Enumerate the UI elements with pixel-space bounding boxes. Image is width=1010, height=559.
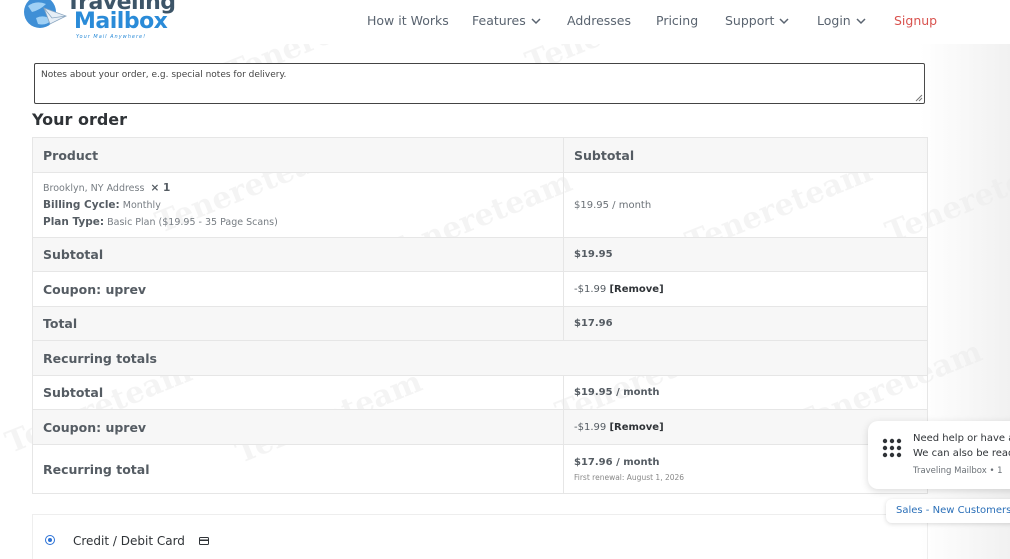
nav-support[interactable]: Support	[725, 13, 790, 28]
chat-logo-icon	[882, 438, 902, 458]
globe-logo-icon	[24, 0, 68, 28]
nav-signup[interactable]: Signup	[894, 13, 937, 28]
coupon-value: -$1.99	[574, 283, 607, 295]
col-subtotal-header: Subtotal	[574, 147, 635, 163]
product-name: Brooklyn, NY Address	[43, 182, 145, 194]
site-header: Traveling Mailbox Your Mail Anywhere! Ho…	[0, 0, 1010, 44]
col-product-header: Product	[43, 147, 99, 163]
total-value: $17.96	[574, 318, 613, 329]
chat-sender: Traveling Mailbox • 1	[913, 466, 1003, 476]
chevron-down-icon	[779, 17, 789, 24]
total-row: Total $17.96	[32, 307, 928, 341]
recurring-total-row: Recurring total $17.96 / month First ren…	[32, 445, 928, 494]
recurring-subtotal-row: Subtotal $19.95 / month	[32, 376, 928, 410]
nav-label: How it Works	[367, 13, 449, 28]
recurring-coupon-value: -$1.99	[574, 421, 607, 433]
nav-label: Signup	[894, 13, 938, 28]
your-order-heading: Your order	[32, 110, 128, 129]
credit-card-icon	[199, 537, 209, 545]
billing-cycle-line: Billing Cycle: Monthly	[43, 197, 563, 214]
nav-addresses[interactable]: Addresses	[567, 13, 631, 28]
billing-cycle-label: Billing Cycle:	[43, 198, 120, 211]
order-notes-textarea[interactable]: Notes about your order, e.g. special not…	[34, 63, 925, 104]
product-name-line: Brooklyn, NY Address × 1	[43, 180, 563, 197]
chat-message-line1: Need help or have a	[913, 433, 1010, 444]
nav-label: Pricing	[656, 13, 699, 28]
coupon-label: Coupon: uprev	[43, 281, 147, 297]
logo-text-mailbox: Mailbox	[74, 9, 168, 34]
remove-coupon-link[interactable]: [Remove]	[609, 284, 663, 295]
traveling-mailbox-logo[interactable]: Traveling Mailbox Your Mail Anywhere!	[22, 0, 176, 46]
recurring-totals-heading: Recurring totals	[43, 350, 157, 366]
nav-label: Support	[725, 13, 775, 28]
recurring-subtotal-label: Subtotal	[43, 385, 104, 400]
logo-tagline: Your Mail Anywhere!	[76, 34, 147, 40]
chat-sales-button[interactable]: Sales - New Customers	[886, 499, 1010, 523]
nav-how-it-works[interactable]: How it Works	[367, 13, 449, 28]
remove-recurring-coupon-link[interactable]: [Remove]	[609, 422, 663, 433]
recurring-coupon-row: Coupon: uprev -$1.99 [Remove]	[32, 410, 928, 445]
recurring-subtotal-value: $19.95 / month	[574, 387, 660, 398]
notes-placeholder: Notes about your order, e.g. special not…	[41, 70, 287, 80]
billing-cycle-value: Monthly	[122, 199, 161, 211]
product-price: $19.95 / month	[574, 199, 652, 211]
nav-features[interactable]: Features	[472, 13, 542, 28]
credit-card-radio[interactable]	[45, 535, 55, 545]
payment-methods: Credit / Debit Card	[32, 514, 928, 559]
recurring-totals-header-row: Recurring totals	[32, 341, 928, 376]
plan-type-label: Plan Type:	[43, 215, 105, 228]
total-label: Total	[43, 316, 78, 331]
subtotal-row: Subtotal $19.95	[32, 238, 928, 272]
nav-label: Features	[472, 13, 526, 28]
chevron-down-icon	[856, 17, 866, 24]
chat-popup[interactable]: Need help or have a We can also be read …	[868, 421, 1010, 489]
product-row: Brooklyn, NY Address × 1 Billing Cycle: …	[32, 173, 928, 238]
subtotal-label: Subtotal	[43, 247, 104, 262]
plan-type-line: Plan Type: Basic Plan ($19.95 - 35 Page …	[43, 214, 563, 231]
credit-card-label[interactable]: Credit / Debit Card	[73, 534, 185, 548]
product-qty: × 1	[150, 181, 171, 194]
nav-label: Addresses	[567, 13, 631, 28]
plan-type-value: Basic Plan ($19.95 - 35 Page Scans)	[107, 216, 278, 228]
subtotal-value: $19.95	[574, 249, 613, 260]
chevron-down-icon	[531, 17, 541, 24]
nav-pricing[interactable]: Pricing	[656, 13, 698, 28]
recurring-coupon-label: Coupon: uprev	[43, 419, 147, 435]
nav-label: Login	[817, 13, 851, 28]
nav-login[interactable]: Login	[817, 13, 867, 28]
table-header-row: Product Subtotal	[32, 137, 928, 173]
recurring-total-label: Recurring total	[43, 461, 150, 477]
resize-grip-icon[interactable]	[915, 94, 923, 102]
chat-message-line2: We can also be read	[913, 448, 1010, 459]
coupon-row: Coupon: uprev -$1.99 [Remove]	[32, 272, 928, 307]
